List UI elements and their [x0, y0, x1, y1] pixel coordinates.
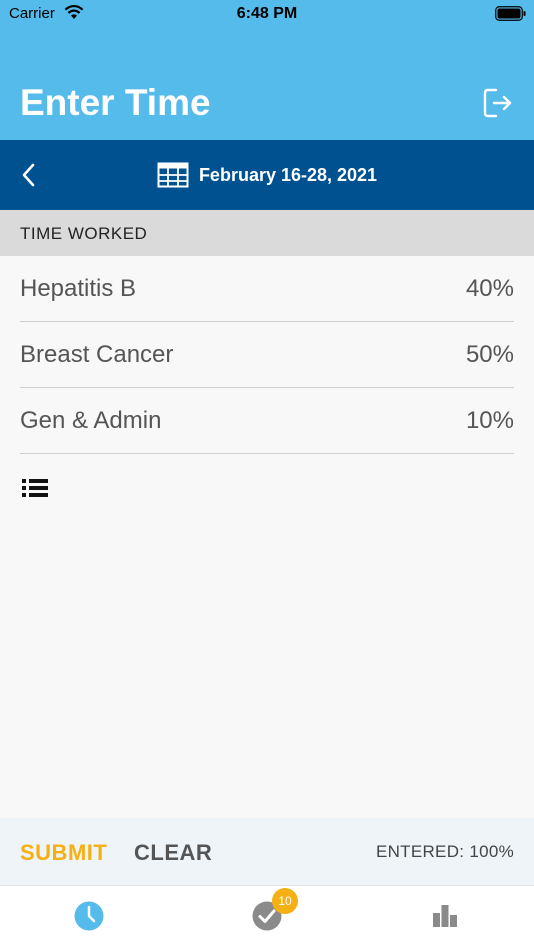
date-navigation-bar: February 16-28, 2021	[0, 140, 534, 210]
entry-name: Hepatitis B	[20, 275, 137, 302]
submit-button[interactable]: SUBMIT	[20, 840, 107, 866]
tab-bar: 10	[0, 885, 534, 950]
action-bar: SUBMIT CLEAR ENTERED: 100%	[0, 818, 534, 885]
time-entry-row[interactable]: Gen & Admin 10%	[0, 388, 534, 454]
date-range-label: February 16-28, 2021	[198, 164, 378, 185]
tab-reports[interactable]	[356, 886, 534, 950]
clear-button[interactable]: CLEAR	[134, 840, 212, 866]
section-header: TIME WORKED	[0, 210, 534, 256]
bar-chart-icon	[433, 905, 457, 927]
battery-icon	[495, 6, 526, 21]
entry-percent: 40%	[465, 275, 514, 302]
tab-enter-time[interactable]	[0, 886, 178, 950]
entry-name: Breast Cancer	[20, 341, 174, 368]
page-title: Enter Time	[20, 82, 211, 123]
tab-approvals[interactable]	[178, 886, 356, 950]
app-header: Carrier 6:48 PM Enter Time	[0, 0, 534, 140]
entered-total: ENTERED: 100%	[375, 842, 514, 861]
entry-percent: 10%	[465, 407, 514, 434]
list-icon[interactable]	[22, 478, 48, 498]
row-divider	[20, 453, 514, 454]
back-chevron-icon[interactable]	[18, 160, 40, 190]
time-entry-row[interactable]: Hepatitis B 40%	[0, 256, 534, 322]
date-range-selector[interactable]: February 16-28, 2021	[0, 140, 534, 210]
status-time: 6:48 PM	[236, 5, 298, 22]
calendar-icon	[157, 162, 189, 188]
time-entry-list: Hepatitis B 40% Breast Cancer 50% Gen & …	[0, 256, 534, 454]
clock-icon	[74, 901, 104, 931]
entry-percent: 50%	[465, 341, 514, 368]
approvals-badge: 10	[272, 888, 298, 914]
time-entry-row[interactable]: Breast Cancer 50%	[0, 322, 534, 388]
entry-name: Gen & Admin	[20, 407, 162, 434]
section-title: TIME WORKED	[20, 224, 148, 243]
status-bar: Carrier 6:48 PM	[0, 0, 534, 30]
logout-icon[interactable]	[482, 86, 514, 120]
